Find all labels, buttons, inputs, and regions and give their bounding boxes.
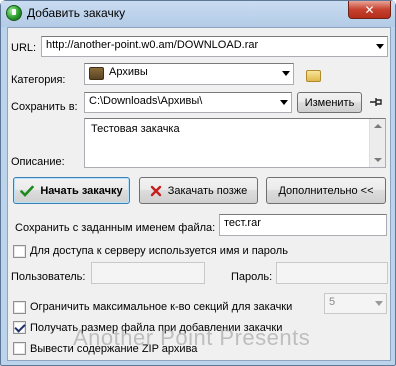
sections-dropdown-arrow-icon[interactable] bbox=[375, 301, 383, 306]
auth-checkbox-label: Для доступа к серверу используется имя и… bbox=[30, 245, 288, 257]
get-size-checkbox[interactable] bbox=[13, 321, 26, 334]
save-as-label: Сохранить с заданным именем файла: bbox=[15, 222, 216, 234]
save-to-dropdown-arrow-icon[interactable] bbox=[280, 100, 288, 105]
password-field[interactable] bbox=[276, 262, 388, 284]
folder-add-icon[interactable] bbox=[306, 70, 321, 82]
description-scrollbar[interactable] bbox=[369, 119, 385, 167]
download-later-label: Закачать позже bbox=[167, 184, 248, 197]
save-to-value: C:\Downloads\Архивы\ bbox=[89, 95, 203, 107]
change-folder-label: Изменить bbox=[304, 96, 355, 109]
download-later-button[interactable]: Закачать позже bbox=[139, 177, 258, 204]
save-to-label: Сохранить в: bbox=[11, 101, 78, 113]
save-as-field[interactable]: тест.rar bbox=[219, 214, 387, 236]
dialog-body: URL: http://another-point.w0.am/DOWNLOAD… bbox=[7, 27, 391, 361]
category-archive-icon bbox=[89, 67, 104, 80]
change-folder-button[interactable]: Изменить bbox=[297, 92, 362, 113]
scroll-up-icon[interactable] bbox=[374, 124, 382, 128]
more-options-label: Дополнительно << bbox=[278, 184, 374, 197]
category-combobox[interactable]: Архивы bbox=[84, 63, 294, 85]
description-textarea[interactable]: Тестовая закачка bbox=[84, 118, 386, 168]
dialog-window: Добавить закачку ✕ URL: http://another-p… bbox=[0, 0, 396, 366]
url-label: URL: bbox=[11, 42, 37, 54]
auth-checkbox[interactable] bbox=[13, 245, 26, 258]
password-label: Пароль: bbox=[231, 271, 273, 283]
url-dropdown-arrow-icon[interactable] bbox=[376, 44, 384, 49]
save-as-value: тест.rar bbox=[224, 217, 261, 229]
user-field[interactable] bbox=[91, 262, 205, 284]
save-to-combobox[interactable]: C:\Downloads\Архивы\ bbox=[84, 92, 292, 113]
start-download-button[interactable]: Начать закачку bbox=[13, 177, 130, 204]
title-bar[interactable]: Добавить закачку ✕ bbox=[1, 1, 395, 27]
sections-count-combobox[interactable]: 5 bbox=[324, 293, 387, 314]
category-label: Категория: bbox=[11, 74, 66, 86]
limit-sections-label: Ограничить максимальное к-во секций для … bbox=[30, 301, 293, 313]
category-dropdown-arrow-icon[interactable] bbox=[282, 71, 290, 76]
show-zip-checkbox[interactable] bbox=[13, 342, 26, 355]
close-button[interactable]: ✕ bbox=[348, 1, 391, 19]
sections-count-value: 5 bbox=[329, 296, 336, 308]
description-value: Тестовая закачка bbox=[91, 123, 180, 135]
red-x-icon bbox=[150, 185, 161, 196]
scroll-down-icon[interactable] bbox=[374, 158, 382, 162]
checkmark-icon bbox=[20, 185, 35, 197]
user-label: Пользователь: bbox=[11, 271, 86, 283]
limit-sections-checkbox[interactable] bbox=[13, 301, 26, 314]
window-title: Добавить закачку bbox=[27, 6, 126, 20]
close-icon: ✕ bbox=[364, 2, 375, 17]
category-value: Архивы bbox=[109, 66, 148, 78]
url-value: http://another-point.w0.am/DOWNLOAD.rar bbox=[46, 39, 259, 51]
app-globe-icon bbox=[6, 5, 22, 21]
pin-icon[interactable] bbox=[369, 96, 383, 108]
more-options-button[interactable]: Дополнительно << bbox=[266, 177, 386, 204]
description-label: Описание: bbox=[11, 156, 65, 168]
url-combobox[interactable]: http://another-point.w0.am/DOWNLOAD.rar bbox=[41, 36, 388, 57]
start-download-label: Начать закачку bbox=[40, 184, 123, 197]
watermark-text: Another Point Presents bbox=[73, 325, 311, 350]
